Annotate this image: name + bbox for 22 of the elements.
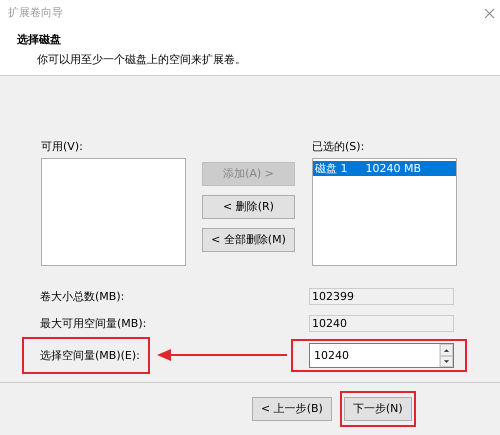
field-label: 选择空间量(MB)(E):	[40, 348, 140, 364]
list-action-button[interactable]: < 删除(R)	[202, 195, 295, 219]
wizard-button[interactable]: 下一步(N)	[344, 397, 412, 421]
page-heading: 选择磁盘	[17, 32, 62, 48]
readonly-field: 102399	[309, 288, 454, 306]
page-description: 你可以用至少一个磁盘上的空间来扩展卷。	[36, 52, 247, 68]
wizard-button[interactable]: < 上一步(B)	[252, 397, 332, 421]
list-label: 已选的(S):	[312, 139, 366, 155]
number-spinner[interactable]: 10240	[309, 343, 454, 368]
selected-list[interactable]: 磁盘 1 10240 MB	[312, 158, 457, 266]
list-action-button[interactable]: < 全部删除(M)	[202, 228, 295, 252]
field-label: 卷大小总数(MB):	[40, 288, 124, 304]
readonly-field: 10240	[309, 315, 454, 332]
spin-down-icon[interactable]	[443, 359, 450, 364]
field-label: 最大可用空间量(MB):	[40, 316, 146, 332]
list-label: 可用(V):	[41, 139, 84, 155]
list-item[interactable]: 磁盘 1 10240 MB	[313, 161, 456, 176]
window-title: 扩展卷向导	[8, 4, 63, 21]
spin-up-icon[interactable]	[443, 348, 450, 352]
close-icon[interactable]	[484, 8, 494, 18]
number-field[interactable]: 10240	[310, 344, 430, 368]
arrow-icon	[157, 349, 287, 362]
